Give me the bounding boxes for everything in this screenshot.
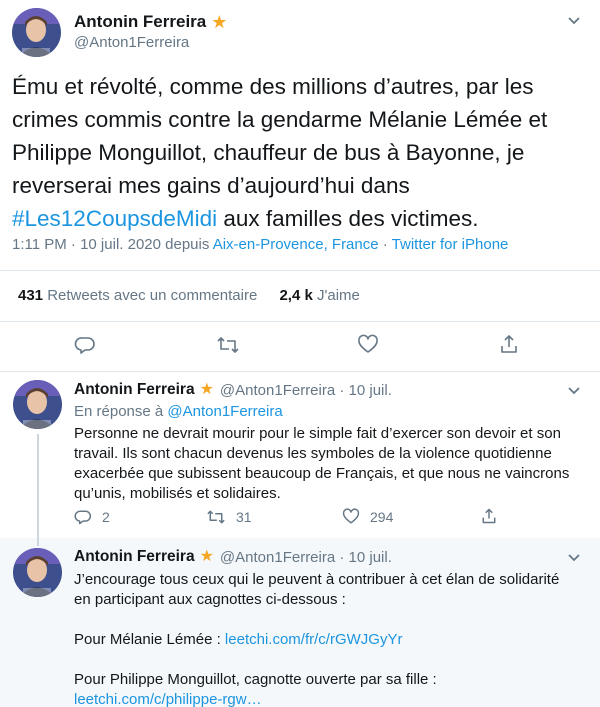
reply-handle-link[interactable]: @Anton1Ferreira — [167, 403, 282, 420]
likes-stat[interactable]: 2,4 k J'aime — [279, 287, 359, 304]
tweet-text-line: Ému et révolté, comme des millions d’aut… — [12, 74, 534, 99]
reply-tweet[interactable]: Antonin Ferreira ★ @Anton1Ferreira · 10 … — [0, 372, 600, 538]
retweet-icon — [206, 508, 226, 526]
thread-line — [37, 538, 39, 546]
tweet-stats: 431 Retweets avec un commentaire 2,4 k J… — [18, 287, 360, 304]
author-name-row: Antonin Ferreira ★ @Anton1Ferreira · 10 … — [74, 381, 392, 399]
retweet-count: 31 — [236, 509, 252, 525]
author-name[interactable]: Antonin Ferreira — [74, 381, 195, 399]
tweet-time[interactable]: 1:11 PM · 10 juil. 2020 depuis — [12, 236, 213, 253]
retweet-icon — [216, 334, 240, 356]
share-button[interactable] — [480, 507, 498, 525]
reply-text-line: en participant aux cagnottes ci-dessous … — [74, 591, 346, 608]
share-button[interactable] — [498, 333, 520, 355]
location-link[interactable]: Aix-en-Provence, France — [213, 236, 379, 253]
reply-text-line: Pour Mélanie Lémée : leetchi.com/fr/c/rG… — [74, 630, 584, 650]
author-name[interactable]: Antonin Ferreira — [74, 548, 195, 566]
tweet-text-line: Philippe Monguillot, chauffeur de bus à … — [12, 140, 525, 165]
chevron-down-icon[interactable] — [566, 382, 582, 403]
source-link[interactable]: Twitter for iPhone — [392, 236, 509, 253]
chevron-down-icon[interactable] — [566, 12, 582, 33]
leetchi-link[interactable]: leetchi.com/fr/c/rGWJGyYr — [225, 631, 403, 648]
tweet-meta: 1:11 PM · 10 juil. 2020 depuis Aix-en-Pr… — [12, 236, 508, 253]
retweets-stat[interactable]: 431 Retweets avec un commentaire — [18, 287, 257, 304]
reply-text-line: leetchi.com/c/philippe-rgw… — [74, 690, 584, 707]
author-handle-date[interactable]: @Anton1Ferreira · 10 juil. — [220, 549, 392, 566]
reply-text: Personne ne devrait mourir pour le simpl… — [74, 424, 584, 504]
main-tweet: Antonin Ferreira ★ @Anton1Ferreira Ému e… — [0, 0, 600, 371]
hashtag-link[interactable]: #Les12CoupsdeMidi — [12, 206, 217, 231]
meta-separator: · — [378, 236, 392, 253]
avatar[interactable] — [13, 548, 62, 597]
tweet-text-line: crimes commis contre la gendarme Mélanie… — [12, 107, 548, 132]
retweet-button[interactable] — [216, 334, 240, 356]
star-icon: ★ — [199, 381, 214, 398]
retweets-count: 431 — [18, 287, 44, 304]
author-name-row: Antonin Ferreira ★ — [74, 12, 227, 32]
divider — [0, 270, 600, 271]
reply-prefix: En réponse à — [74, 403, 168, 420]
author-name[interactable]: Antonin Ferreira — [74, 12, 206, 32]
reply-text-line: qu’unis, mobilisés et solidaires. — [74, 485, 281, 502]
tweet-text-line: reverserai mes gains d’aujourd’hui dans — [12, 173, 410, 198]
reply-text-line: Personne ne devrait mourir pour le simpl… — [74, 425, 561, 442]
reply-context: En réponse à @Anton1Ferreira — [74, 403, 283, 420]
share-icon — [498, 333, 520, 355]
reply-text-line: J’encourage tous ceux qui le peuvent à c… — [74, 571, 560, 588]
reply-text-line: exacerbée que subissent beaucoup de Fran… — [74, 465, 570, 482]
avatar[interactable] — [12, 8, 61, 57]
reply-button[interactable]: 2 — [74, 508, 110, 526]
reply-icon — [74, 508, 92, 526]
likes-count: 2,4 k — [279, 287, 313, 304]
likes-label: J'aime — [312, 287, 360, 304]
like-button[interactable] — [357, 334, 379, 356]
share-icon — [480, 507, 498, 525]
reply-button[interactable] — [74, 334, 96, 356]
star-icon: ★ — [199, 548, 214, 565]
tweet-text: Ému et révolté, comme des millions d’aut… — [12, 70, 592, 235]
heart-icon — [357, 334, 379, 356]
avatar[interactable] — [13, 380, 62, 429]
retweet-button[interactable]: 31 — [206, 508, 252, 526]
heart-icon — [342, 508, 360, 526]
reply-text: J’encourage tous ceux qui le peuvent à c… — [74, 570, 584, 707]
leetchi-link[interactable]: leetchi.com/c/philippe-rgw… — [74, 691, 262, 707]
author-handle-date[interactable]: @Anton1Ferreira · 10 juil. — [220, 382, 392, 399]
reply-tweet-highlighted[interactable]: Antonin Ferreira ★ @Anton1Ferreira · 10 … — [0, 538, 600, 707]
reply-text-line: Pour Philippe Monguillot, cagnotte ouver… — [74, 671, 437, 688]
thread-line — [37, 434, 39, 538]
chevron-down-icon[interactable] — [566, 549, 582, 570]
like-button[interactable]: 294 — [342, 508, 393, 526]
author-handle[interactable]: @Anton1Ferreira — [74, 34, 189, 51]
reply-icon — [74, 334, 96, 356]
reply-text-line: travail. Ils sont chacun devenus les sym… — [74, 445, 552, 462]
tweet-text-line: #Les12CoupsdeMidi aux familles des victi… — [12, 202, 592, 235]
retweets-label: Retweets avec un commentaire — [43, 287, 258, 304]
like-count: 294 — [370, 509, 394, 525]
star-icon: ★ — [211, 12, 228, 32]
tweet-text-fragment: aux familles des victimes. — [217, 206, 479, 231]
author-name-row: Antonin Ferreira ★ @Anton1Ferreira · 10 … — [74, 548, 392, 566]
reply-text-fragment: Pour Mélanie Lémée : — [74, 631, 225, 648]
reply-count: 2 — [102, 509, 110, 525]
divider — [0, 321, 600, 322]
